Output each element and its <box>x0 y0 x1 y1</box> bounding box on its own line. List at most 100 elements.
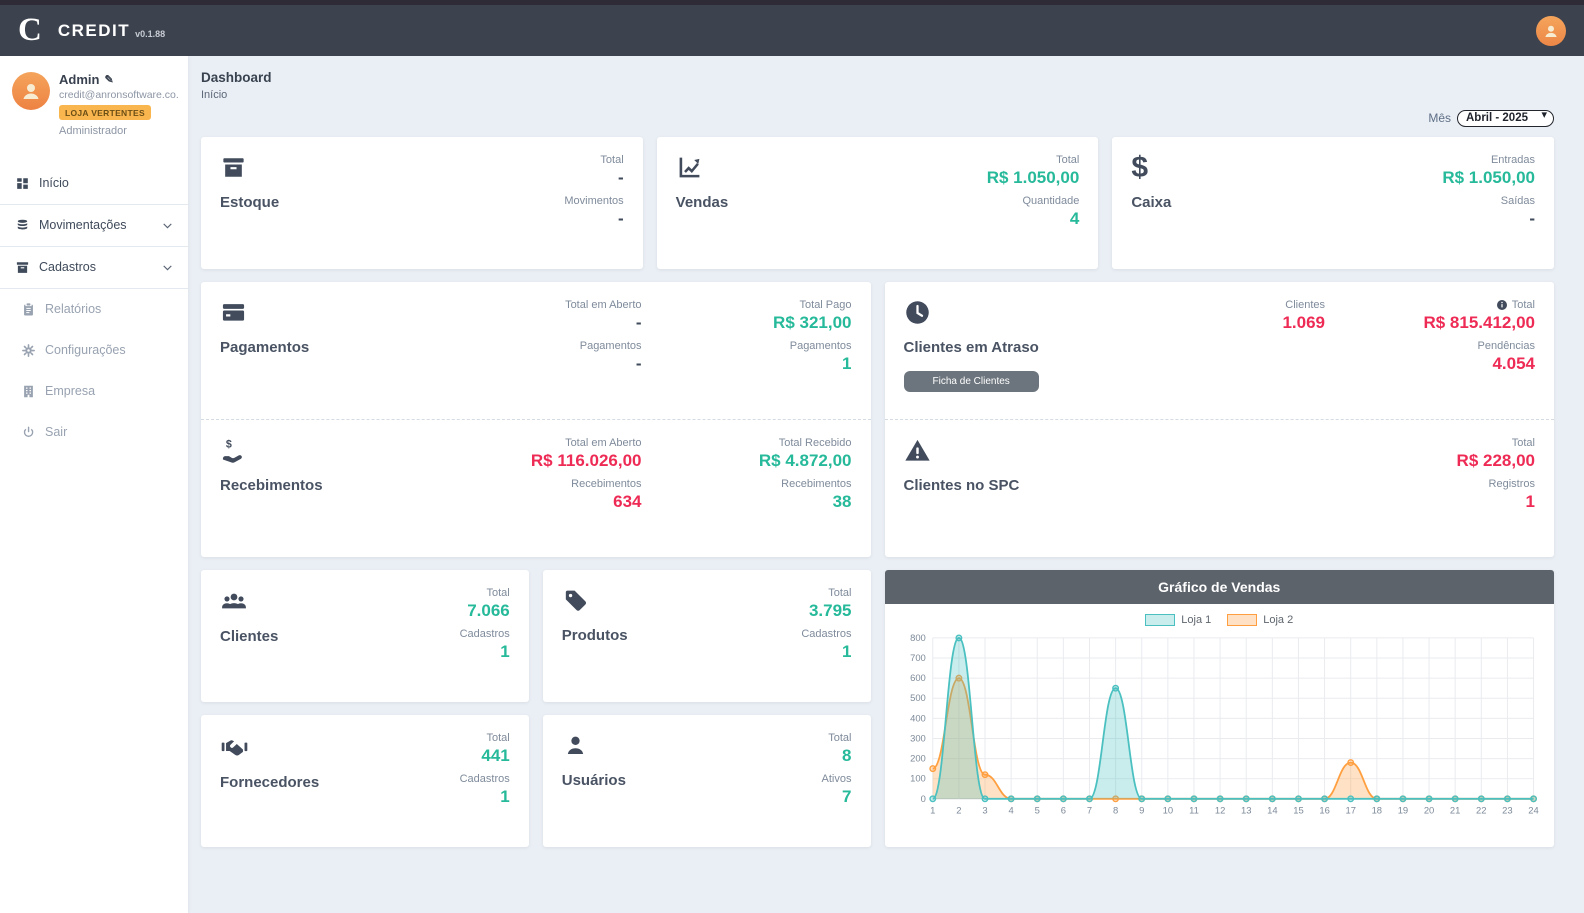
svg-text:13: 13 <box>1240 805 1250 816</box>
card-title: Recebimentos <box>220 477 323 494</box>
user-avatar-button[interactable] <box>1536 16 1566 46</box>
profile-block: Admin ✎ credit@anronsoftware.co... LOJA … <box>0 56 188 149</box>
svg-text:17: 17 <box>1345 805 1355 816</box>
svg-text:400: 400 <box>910 712 926 723</box>
svg-text:16: 16 <box>1319 805 1329 816</box>
sidebar-item-label: Sair <box>45 425 67 439</box>
sales-chart: 0100200300400500600700800123456789101112… <box>897 628 1543 824</box>
clientes-atraso-section: Clientes em Atraso Ficha de Clientes Cli… <box>885 282 1555 420</box>
month-select-wrap: Abril - 2025 <box>1457 108 1554 127</box>
stat-value: 7 <box>842 787 851 807</box>
detail-row: Pagamentos Total em Aberto - Pagamentos … <box>201 282 1554 557</box>
svg-text:2: 2 <box>956 805 961 816</box>
sidebar-item-movimentacoes[interactable]: Movimentações <box>0 204 188 247</box>
card-usuarios: Usuários Total 8 Ativos 7 <box>543 715 871 847</box>
chevron-down-icon <box>161 219 174 232</box>
month-select[interactable]: Abril - 2025 <box>1457 110 1554 127</box>
ficha-de-clientes-button[interactable]: Ficha de Clientes <box>904 371 1039 392</box>
card-vendas: Vendas Total R$ 1.050,00 Quantidade 4 <box>657 137 1099 269</box>
stat-value: R$ 815.412,00 <box>1423 313 1535 333</box>
card-grafico-vendas: Gráfico de Vendas Loja 1Loja 2 010020030… <box>885 570 1555 847</box>
stat-label: Total em Aberto <box>565 437 641 449</box>
legend-item[interactable]: Loja 1 <box>1145 614 1211 626</box>
svg-text:12: 12 <box>1214 805 1224 816</box>
sidebar-item-configuracoes[interactable]: Configurações <box>0 330 188 371</box>
card-title: Estoque <box>220 194 279 211</box>
stat-label: Total Recebido <box>779 437 852 449</box>
warning-triangle-icon <box>904 437 1020 464</box>
building-icon <box>20 384 36 399</box>
stat-label: Cadastros <box>460 773 510 785</box>
sidebar-item-sair[interactable]: Sair <box>0 412 188 453</box>
app-name: CREDIT <box>58 21 130 41</box>
recebimentos-section: $ Recebimentos Total em Aberto R$ 116.02… <box>201 420 871 557</box>
users-icon <box>220 587 278 615</box>
chart-legend: Loja 1 Loja 2 <box>897 614 1543 626</box>
stat-label: Pendências <box>1478 340 1536 352</box>
store-badge: LOJA VERTENTES <box>59 105 151 120</box>
stat-label: Recebimentos <box>781 478 851 490</box>
svg-text:22: 22 <box>1476 805 1486 816</box>
stat-value: 1.069 <box>1282 313 1325 333</box>
credit-card-icon <box>220 299 309 326</box>
svg-text:23: 23 <box>1502 805 1512 816</box>
svg-text:$: $ <box>226 439 232 451</box>
svg-text:300: 300 <box>910 732 926 743</box>
stat-label: Entradas <box>1491 154 1535 166</box>
stat-value: 441 <box>481 746 509 766</box>
clipboard-icon <box>20 302 36 317</box>
stat-value: 1 <box>500 787 509 807</box>
clock-icon <box>904 299 1039 326</box>
svg-text:24: 24 <box>1528 805 1538 816</box>
stat-label: Total <box>600 154 623 166</box>
svg-text:700: 700 <box>910 652 926 663</box>
card-title: Fornecedores <box>220 774 319 791</box>
svg-text:3: 3 <box>982 805 987 816</box>
dollar-icon: $ <box>1131 154 1171 181</box>
chevron-down-icon <box>161 261 174 274</box>
dashboard-grid-icon <box>14 176 30 191</box>
svg-text:8: 8 <box>1112 805 1117 816</box>
stat-value: 1 <box>500 642 509 662</box>
hand-money-icon: $ <box>220 437 323 464</box>
chart-line-icon <box>676 154 729 181</box>
card-title: Pagamentos <box>220 339 309 356</box>
stat-value: R$ 4.872,00 <box>759 451 852 471</box>
main-content: Dashboard Início Mês Abril - 2025 Estoqu… <box>188 56 1584 913</box>
stat-value: 8 <box>842 746 851 766</box>
sidebar-item-empresa[interactable]: Empresa <box>0 371 188 412</box>
profile-name: Admin <box>59 72 99 87</box>
stat-value: 7.066 <box>467 601 510 621</box>
person-icon <box>19 79 43 103</box>
stat-label: Total <box>828 732 851 744</box>
stat-value: - <box>618 209 624 229</box>
svg-text:0: 0 <box>920 793 925 804</box>
gear-icon <box>20 343 36 358</box>
sidebar-item-label: Empresa <box>45 384 95 398</box>
stat-value: - <box>636 313 642 333</box>
app-header: C CREDIT v0.1.88 <box>0 5 1584 56</box>
svg-text:18: 18 <box>1371 805 1381 816</box>
mini-cards-grid: Clientes Total 7.066 Cadastros 1 Pro <box>201 570 871 847</box>
sidebar-item-inicio[interactable]: Início <box>0 163 188 204</box>
info-icon <box>1496 299 1508 311</box>
power-icon <box>20 425 36 440</box>
card-title: Caixa <box>1131 194 1171 211</box>
stat-label: Pagamentos <box>790 340 852 352</box>
handshake-icon <box>220 732 319 761</box>
sidebar-item-relatorios[interactable]: Relatórios <box>0 289 188 330</box>
stat-label: Total em Aberto <box>565 299 641 311</box>
card-title: Produtos <box>562 627 628 644</box>
legend-item[interactable]: Loja 2 <box>1227 614 1293 626</box>
stat-label: Ativos <box>822 773 852 785</box>
sidebar: Admin ✎ credit@anronsoftware.co... LOJA … <box>0 56 188 913</box>
stat-label: Pagamentos <box>580 340 642 352</box>
stat-label: Total <box>1512 437 1535 449</box>
stat-value: R$ 228,00 <box>1457 451 1535 471</box>
svg-text:19: 19 <box>1397 805 1407 816</box>
card-clientes: Clientes Total 7.066 Cadastros 1 <box>201 570 529 702</box>
archive-box-icon <box>14 260 30 275</box>
edit-profile-icon[interactable]: ✎ <box>104 73 113 86</box>
sidebar-item-cadastros[interactable]: Cadastros <box>0 247 188 289</box>
stat-value: 4 <box>1070 209 1079 229</box>
